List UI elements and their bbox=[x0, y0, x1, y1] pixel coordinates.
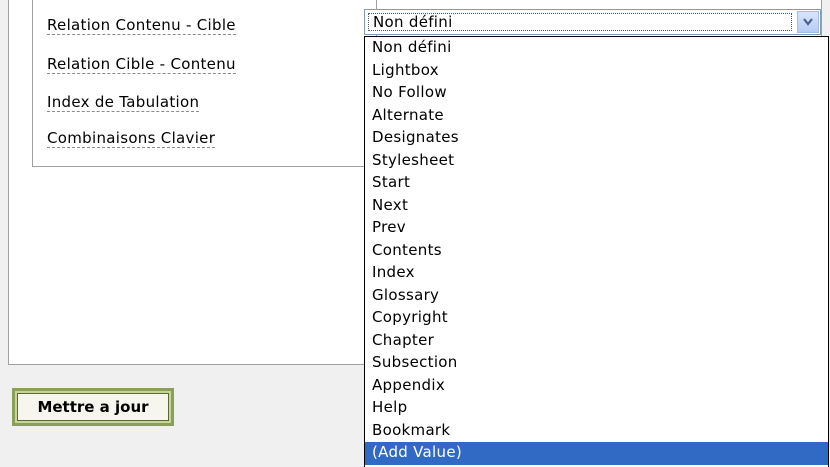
dropdown-option[interactable]: Non défini bbox=[365, 37, 828, 60]
dropdown-option[interactable]: Copyright bbox=[365, 307, 828, 330]
dropdown-option[interactable]: Contents bbox=[365, 240, 828, 263]
dropdown-option[interactable]: Subsection bbox=[365, 352, 828, 375]
dropdown-option[interactable]: Designates bbox=[365, 127, 828, 150]
dropdown-option[interactable]: Next bbox=[365, 195, 828, 218]
dropdown-option[interactable]: Index bbox=[365, 262, 828, 285]
field-label-relation-contenu-cible: Relation Contenu - Cible bbox=[47, 16, 236, 35]
dropdown-option[interactable]: Bookmark bbox=[365, 420, 828, 443]
dropdown-option[interactable]: Start bbox=[365, 172, 828, 195]
dropdown-option[interactable]: Help bbox=[365, 397, 828, 420]
dropdown-option[interactable]: Stylesheet bbox=[365, 150, 828, 173]
field-label-relation-cible-contenu: Relation Cible - Contenu bbox=[47, 55, 236, 74]
field-label-combinaisons-clavier: Combinaisons Clavier bbox=[47, 129, 216, 148]
dropdown-option[interactable]: Alternate bbox=[365, 105, 828, 128]
field-label-index-tabulation: Index de Tabulation bbox=[47, 93, 200, 112]
select-current-value: Non défini bbox=[373, 13, 453, 31]
dropdown-option[interactable]: Appendix bbox=[365, 375, 828, 398]
chevron-down-icon bbox=[803, 18, 813, 26]
dropdown-list[interactable]: Non défini Lightbox No Follow Alternate Desi… bbox=[364, 36, 829, 467]
dropdown-option[interactable]: No Follow bbox=[365, 82, 828, 105]
dropdown-option[interactable]: Lightbox bbox=[365, 60, 828, 83]
dropdown-option[interactable]: (Add Value) bbox=[365, 442, 828, 465]
update-button-label: Mettre a jour bbox=[17, 393, 169, 421]
dropdown-option[interactable]: Prev bbox=[365, 217, 828, 240]
relation-select[interactable]: Non défini bbox=[364, 9, 821, 35]
dropdown-option[interactable]: Chapter bbox=[365, 330, 828, 353]
dropdown-option[interactable]: Glossary bbox=[365, 285, 828, 308]
select-arrow-button[interactable] bbox=[797, 11, 819, 33]
update-button[interactable]: Mettre a jour bbox=[12, 388, 174, 426]
